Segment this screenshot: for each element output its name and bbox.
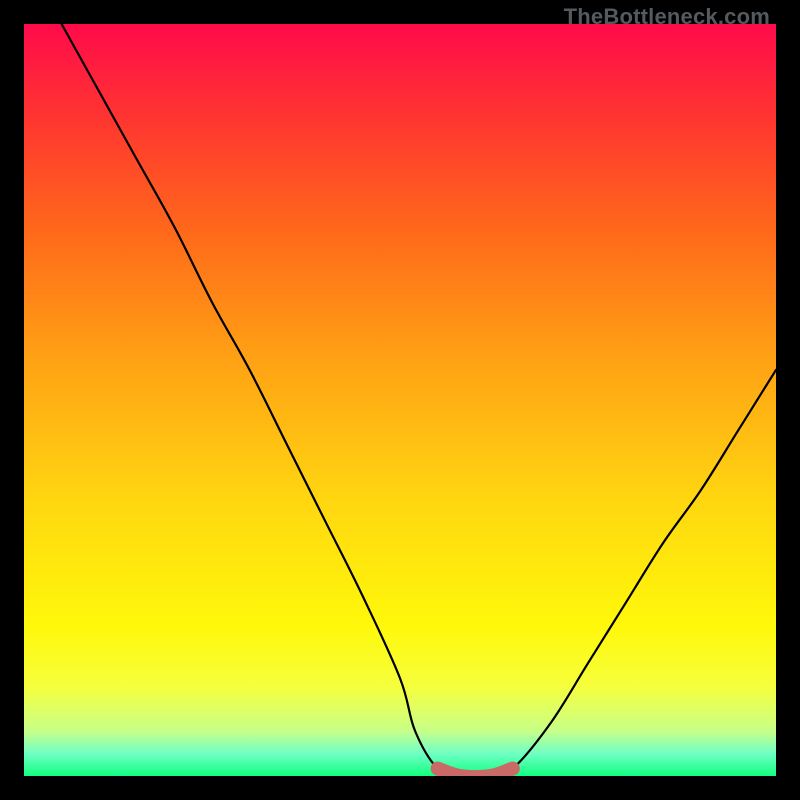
plot-area [24,24,776,776]
chart-svg [24,24,776,776]
optimal-range-highlight [438,768,513,776]
chart-frame: TheBottleneck.com [0,0,800,800]
bottleneck-curve-line [62,24,776,776]
